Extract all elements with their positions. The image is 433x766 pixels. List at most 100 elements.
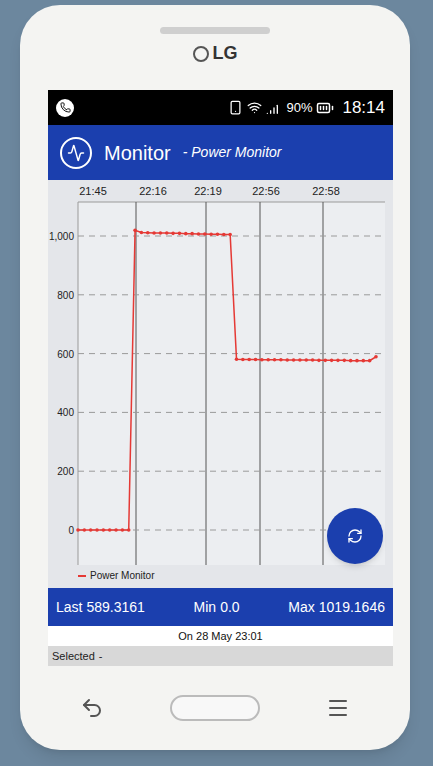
clock: 18:14: [342, 95, 385, 121]
x-tick: 22:56: [252, 185, 280, 197]
lg-face-icon: [193, 46, 209, 62]
data-point: [209, 232, 213, 236]
signal-icon: [266, 100, 282, 116]
stats-bar: Last589.3161 Min0.0 Max1019.1646: [48, 588, 393, 626]
data-point: [146, 231, 150, 235]
data-point: [330, 359, 334, 363]
data-point: [241, 358, 245, 362]
refresh-button[interactable]: [327, 508, 383, 564]
photo-background: LG 90% 18:14 Monitor - Power Monitor 21:45 22:…: [0, 0, 433, 766]
vibrate-icon: [228, 100, 243, 115]
data-point: [203, 232, 207, 236]
data-point: [102, 528, 106, 532]
stat: Last589.3161: [56, 597, 145, 618]
grid-hline: [78, 412, 385, 413]
data-point: [342, 359, 346, 363]
data-point: [285, 358, 289, 362]
data-point: [273, 358, 277, 362]
data-point: [292, 358, 296, 362]
x-tick: 22:19: [194, 185, 222, 197]
data-point: [235, 357, 239, 361]
data-point: [362, 359, 366, 363]
phone-top: LG: [20, 5, 410, 90]
data-point: [133, 229, 137, 233]
data-point: [266, 358, 270, 362]
speaker-icon: [160, 27, 270, 34]
home-button[interactable]: [170, 695, 260, 721]
wifi-icon: [247, 100, 262, 115]
data-point: [152, 231, 156, 235]
y-tick: 400: [57, 407, 74, 418]
data-point: [108, 528, 112, 532]
data-point: [298, 358, 302, 362]
power-chart: 21:45 22:16 22:19 22:56 22:58 1,000 800 600 400 2…: [48, 180, 393, 565]
grid-vline: [323, 202, 324, 565]
app-logo-icon: [60, 137, 92, 169]
x-tick: 21:45: [79, 185, 107, 197]
brand-logo: LG: [193, 40, 238, 67]
data-point: [121, 528, 125, 532]
grid-hline: [78, 294, 385, 295]
data-point: [127, 528, 131, 532]
battery-icon: [316, 99, 334, 117]
grid-vline: [206, 202, 207, 565]
x-tick: 22:16: [139, 185, 167, 197]
grid-hline: [78, 353, 385, 354]
data-point: [171, 232, 175, 236]
grid-hline: [78, 471, 385, 472]
battery-level: 90%: [286, 98, 312, 118]
selection-row: Selected-: [48, 646, 393, 666]
legend: Power Monitor: [48, 565, 393, 583]
menu-icon[interactable]: [326, 696, 350, 720]
data-point: [368, 359, 372, 363]
stat: Max1019.1646: [288, 597, 385, 618]
back-icon[interactable]: [80, 696, 104, 720]
legend-swatch: [78, 575, 86, 577]
grid-vline: [260, 202, 261, 565]
app-subtitle: - Power Monitor: [183, 142, 282, 163]
data-point: [83, 528, 87, 532]
data-point: [336, 359, 340, 363]
data-point: [216, 232, 220, 236]
data-point: [349, 359, 353, 363]
y-tick: 800: [57, 290, 74, 301]
grid-vline: [136, 202, 137, 565]
chart-panel: 21:45 22:16 22:19 22:56 22:58 1,000 800 600 400 2…: [48, 180, 393, 588]
data-point: [279, 358, 283, 362]
y-tick: 600: [57, 349, 74, 360]
app-title: Monitor: [104, 138, 171, 168]
status-bar: 90% 18:14: [48, 90, 393, 125]
data-point: [304, 358, 308, 362]
data-point: [323, 359, 327, 363]
data-point: [114, 528, 118, 532]
call-icon: [56, 99, 74, 117]
data-point: [197, 232, 201, 236]
screen: 90% 18:14 Monitor - Power Monitor 21:45 22:16…: [48, 90, 393, 666]
data-point: [140, 231, 144, 235]
data-point: [89, 528, 93, 532]
data-point: [159, 231, 163, 235]
data-point: [184, 232, 188, 236]
data-point: [254, 358, 258, 362]
app-bar: Monitor - Power Monitor: [48, 125, 393, 180]
data-point: [374, 355, 378, 359]
data-point: [247, 358, 251, 362]
date-row: On 28 May 23:01: [48, 626, 393, 646]
stat: Min0.0: [194, 597, 240, 618]
data-point: [260, 358, 264, 362]
data-point: [95, 528, 99, 532]
data-point: [190, 232, 194, 236]
refresh-icon: [347, 528, 363, 544]
data-point: [178, 232, 182, 236]
series-line: [78, 230, 376, 530]
data-point: [165, 231, 169, 235]
data-point: [222, 233, 226, 237]
data-point: [355, 359, 359, 363]
x-tick: 22:58: [312, 185, 340, 197]
data-point: [228, 233, 232, 237]
data-point: [311, 358, 315, 362]
data-point: [76, 528, 80, 532]
y-tick: 1,000: [49, 231, 74, 242]
y-tick: 200: [57, 466, 74, 477]
phone: LG 90% 18:14 Monitor - Power Monitor 21:45 22:…: [20, 5, 410, 750]
